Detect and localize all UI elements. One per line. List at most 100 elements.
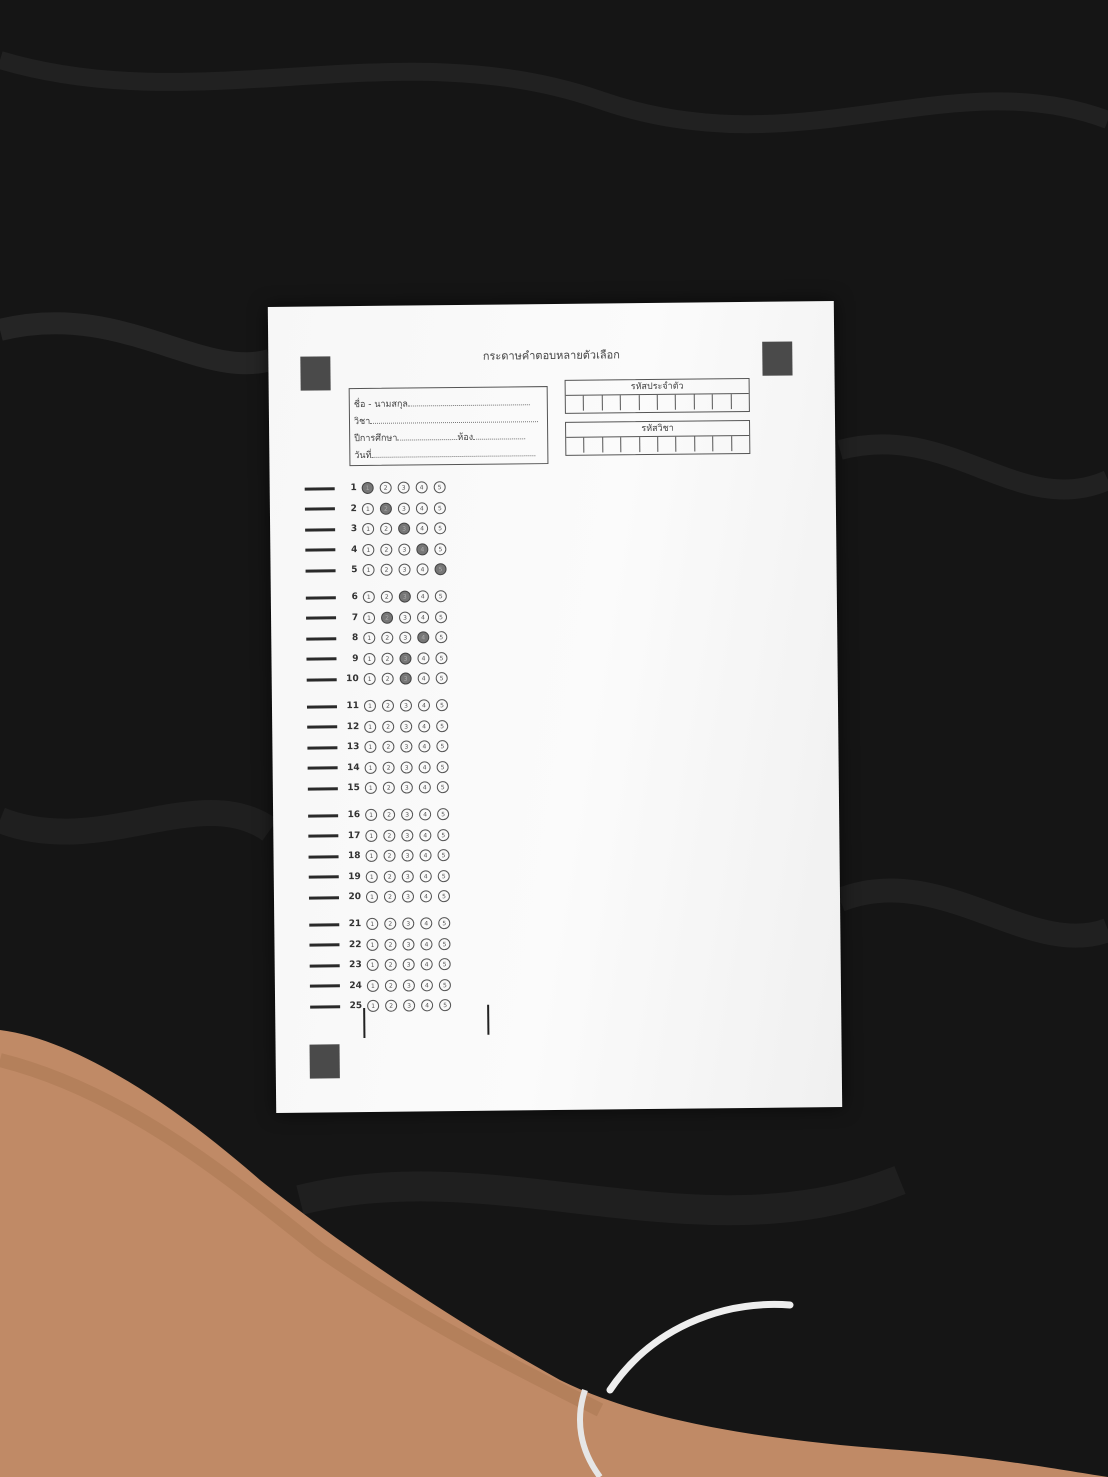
answer-bubble[interactable]: 4 bbox=[416, 563, 429, 576]
code-digit-cell[interactable] bbox=[695, 436, 714, 452]
answer-bubble[interactable]: 3 bbox=[401, 808, 414, 821]
answer-bubble[interactable]: 3 bbox=[402, 938, 415, 951]
answer-bubble[interactable]: 4 bbox=[417, 672, 430, 685]
answer-bubble[interactable]: 4 bbox=[419, 808, 432, 821]
answer-bubble[interactable]: 5 bbox=[435, 651, 448, 665]
answer-bubble[interactable]: 2 bbox=[382, 782, 395, 795]
answer-bubble[interactable]: 1 bbox=[362, 564, 375, 577]
answer-bubble[interactable]: 4 bbox=[417, 699, 431, 712]
answer-bubble[interactable]: 1 bbox=[363, 673, 376, 686]
answer-bubble[interactable]: 3 bbox=[399, 699, 413, 712]
answer-bubble[interactable]: 5 bbox=[434, 522, 447, 535]
answer-bubble[interactable]: 5 bbox=[435, 631, 448, 644]
answer-bubble[interactable]: 5 bbox=[436, 719, 449, 732]
answer-bubble[interactable]: 3 bbox=[397, 502, 410, 515]
code-digit-cell[interactable] bbox=[565, 395, 585, 411]
answer-bubble[interactable]: 2 bbox=[379, 502, 392, 515]
answer-bubble[interactable]: 1 bbox=[362, 590, 375, 604]
answer-bubble[interactable]: 5 bbox=[438, 978, 451, 992]
answer-bubble[interactable]: 2 bbox=[384, 979, 397, 992]
answer-bubble[interactable]: 5 bbox=[433, 481, 446, 494]
answer-bubble[interactable]: 3 bbox=[398, 543, 411, 556]
answer-bubble[interactable]: 4 bbox=[421, 999, 434, 1012]
answer-bubble[interactable]: 4 bbox=[420, 979, 433, 992]
answer-bubble[interactable]: 1 bbox=[365, 850, 378, 863]
answer-bubble[interactable]: 4 bbox=[416, 610, 430, 624]
answer-bubble[interactable]: 3 bbox=[397, 481, 410, 494]
answer-bubble[interactable]: 4 bbox=[418, 781, 431, 794]
answer-bubble[interactable]: 4 bbox=[415, 501, 428, 515]
answer-bubble[interactable]: 5 bbox=[434, 542, 447, 556]
answer-bubble[interactable]: 4 bbox=[418, 719, 431, 733]
code-digit-cell[interactable] bbox=[658, 436, 677, 452]
code-digit-cell[interactable] bbox=[731, 394, 749, 409]
code-digit-cell[interactable] bbox=[694, 394, 714, 410]
code-digit-cell[interactable] bbox=[566, 437, 585, 453]
answer-bubble[interactable]: 5 bbox=[436, 740, 449, 753]
answer-bubble[interactable]: 3 bbox=[400, 740, 413, 753]
answer-bubble[interactable]: 1 bbox=[367, 1000, 380, 1013]
code-digit-cell[interactable] bbox=[639, 436, 659, 453]
answer-bubble[interactable]: 1 bbox=[365, 829, 378, 842]
answer-bubble[interactable]: 5 bbox=[434, 563, 447, 576]
code-digit-cell[interactable] bbox=[676, 436, 696, 452]
answer-bubble[interactable]: 2 bbox=[382, 761, 395, 774]
answer-bubble[interactable]: 4 bbox=[415, 481, 428, 494]
answer-bubble[interactable]: 2 bbox=[380, 611, 394, 624]
answer-bubble[interactable]: 1 bbox=[362, 543, 375, 556]
answer-bubble[interactable]: 2 bbox=[383, 808, 396, 821]
answer-bubble[interactable]: 1 bbox=[364, 782, 377, 795]
answer-bubble[interactable]: 1 bbox=[362, 611, 376, 624]
answer-bubble[interactable]: 4 bbox=[419, 890, 433, 903]
code-digit-cell[interactable] bbox=[639, 394, 658, 411]
code-digit-cell[interactable] bbox=[676, 394, 695, 410]
answer-bubble[interactable]: 2 bbox=[383, 891, 397, 904]
answer-bubble[interactable]: 3 bbox=[401, 849, 414, 862]
answer-bubble[interactable]: 2 bbox=[384, 917, 397, 930]
code-digit-cell[interactable] bbox=[602, 395, 622, 411]
answer-bubble[interactable]: 1 bbox=[365, 870, 378, 883]
answer-bubble[interactable]: 4 bbox=[420, 917, 433, 930]
answer-bubble[interactable]: 3 bbox=[402, 917, 415, 930]
answer-bubble[interactable]: 1 bbox=[363, 652, 376, 665]
answer-bubble[interactable]: 2 bbox=[382, 740, 395, 753]
answer-bubble[interactable]: 5 bbox=[438, 917, 451, 930]
answer-bubble[interactable]: 3 bbox=[403, 999, 416, 1012]
answer-bubble[interactable]: 1 bbox=[365, 891, 379, 904]
answer-bubble[interactable]: 5 bbox=[437, 808, 450, 821]
answer-bubble[interactable]: 4 bbox=[416, 590, 429, 603]
answer-bubble[interactable]: 3 bbox=[398, 563, 411, 577]
answer-bubble[interactable]: 5 bbox=[439, 999, 452, 1012]
answer-bubble[interactable]: 2 bbox=[383, 829, 396, 842]
answer-bubble[interactable]: 4 bbox=[416, 543, 429, 556]
answer-bubble[interactable]: 3 bbox=[401, 870, 414, 883]
answer-bubble[interactable]: 1 bbox=[361, 502, 374, 515]
answer-bubble[interactable]: 3 bbox=[401, 890, 415, 904]
answer-bubble[interactable]: 3 bbox=[401, 829, 414, 842]
answer-bubble[interactable]: 2 bbox=[385, 1000, 398, 1013]
answer-bubble[interactable]: 3 bbox=[398, 590, 411, 603]
answer-bubble[interactable]: 2 bbox=[382, 720, 395, 733]
answer-bubble[interactable]: 5 bbox=[437, 828, 450, 841]
answer-bubble[interactable]: 3 bbox=[402, 979, 415, 992]
answer-bubble[interactable]: 4 bbox=[418, 761, 431, 774]
code-digit-cell[interactable] bbox=[620, 395, 640, 411]
answer-bubble[interactable]: 2 bbox=[384, 958, 397, 971]
answer-bubble[interactable]: 3 bbox=[398, 611, 412, 624]
answer-bubble[interactable]: 2 bbox=[383, 849, 396, 862]
answer-bubble[interactable]: 4 bbox=[419, 849, 432, 862]
answer-bubble[interactable]: 1 bbox=[366, 917, 379, 930]
answer-bubble[interactable]: 3 bbox=[399, 631, 412, 644]
answer-bubble[interactable]: 4 bbox=[417, 652, 430, 665]
answer-bubble[interactable]: 2 bbox=[380, 522, 393, 536]
answer-bubble[interactable]: 1 bbox=[361, 481, 374, 495]
answer-bubble[interactable]: 1 bbox=[362, 523, 375, 536]
answer-bubble[interactable]: 5 bbox=[436, 760, 449, 774]
answer-bubble[interactable]: 3 bbox=[399, 652, 412, 665]
answer-bubble[interactable]: 5 bbox=[435, 672, 448, 685]
answer-bubble[interactable]: 2 bbox=[381, 631, 394, 645]
answer-bubble[interactable]: 5 bbox=[434, 610, 448, 623]
answer-bubble[interactable]: 3 bbox=[402, 958, 415, 971]
answer-bubble[interactable]: 4 bbox=[416, 522, 429, 535]
answer-bubble[interactable]: 1 bbox=[366, 938, 379, 951]
